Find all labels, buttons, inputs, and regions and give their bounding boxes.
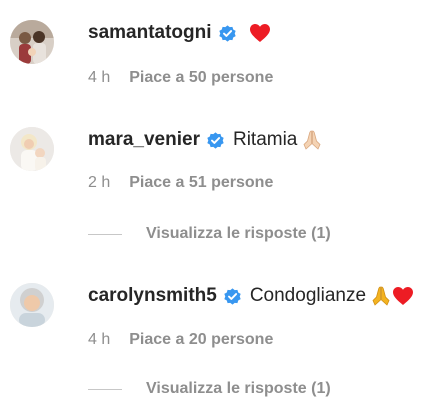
- verified-badge-icon: [223, 287, 242, 306]
- comment-time: 2 h: [88, 174, 111, 191]
- replies-divider: [88, 388, 122, 390]
- comment-time: 4 h: [88, 69, 111, 86]
- username[interactable]: mara_venier: [88, 129, 200, 151]
- avatar[interactable]: [10, 20, 54, 64]
- folded-hands-icon: [370, 285, 392, 307]
- comment-text: Condoglianze: [249, 285, 367, 306]
- view-replies-button[interactable]: Visualizza le risposte (1): [88, 379, 331, 399]
- view-replies-label: Visualizza le risposte (1): [146, 380, 331, 397]
- comment-line: carolynsmith5 Condoglianze: [88, 284, 414, 308]
- likes-count-link[interactable]: Piace a 51 persone: [129, 174, 273, 192]
- red-heart-icon: [392, 286, 414, 306]
- comment-meta: 4 h Piace a 50 persone: [88, 68, 273, 88]
- avatar[interactable]: [10, 127, 54, 171]
- verified-badge-icon: [206, 131, 225, 150]
- avatar[interactable]: [10, 283, 54, 327]
- username[interactable]: samantatogni: [88, 22, 212, 44]
- comment-text: Ritamia: [232, 129, 298, 150]
- view-replies-label: Visualizza le risposte (1): [146, 225, 331, 242]
- replies-divider: [88, 233, 122, 235]
- comment-meta: 4 h Piace a 20 persone: [88, 330, 273, 350]
- comment-line: samantatogni: [88, 21, 271, 45]
- comment-item: carolynsmith5 Condoglianze 4 h Piace a 2…: [0, 265, 442, 414]
- comment-item: samantatogni 4 h Piace a 50 persone: [0, 0, 442, 100]
- folded-hands-icon: [301, 129, 323, 151]
- comment-item: mara_venier Ritamia 2 h Piace a 51 perso…: [0, 110, 442, 250]
- likes-count-link[interactable]: Piace a 50 persone: [129, 69, 273, 87]
- view-replies-button[interactable]: Visualizza le risposte (1): [88, 224, 331, 244]
- verified-badge-icon: [218, 24, 237, 43]
- red-heart-icon: [249, 23, 271, 43]
- likes-count-link[interactable]: Piace a 20 persone: [129, 331, 273, 349]
- comment-meta: 2 h Piace a 51 persone: [88, 173, 273, 193]
- comment-time: 4 h: [88, 331, 111, 348]
- comment-line: mara_venier Ritamia: [88, 128, 323, 152]
- username[interactable]: carolynsmith5: [88, 285, 217, 307]
